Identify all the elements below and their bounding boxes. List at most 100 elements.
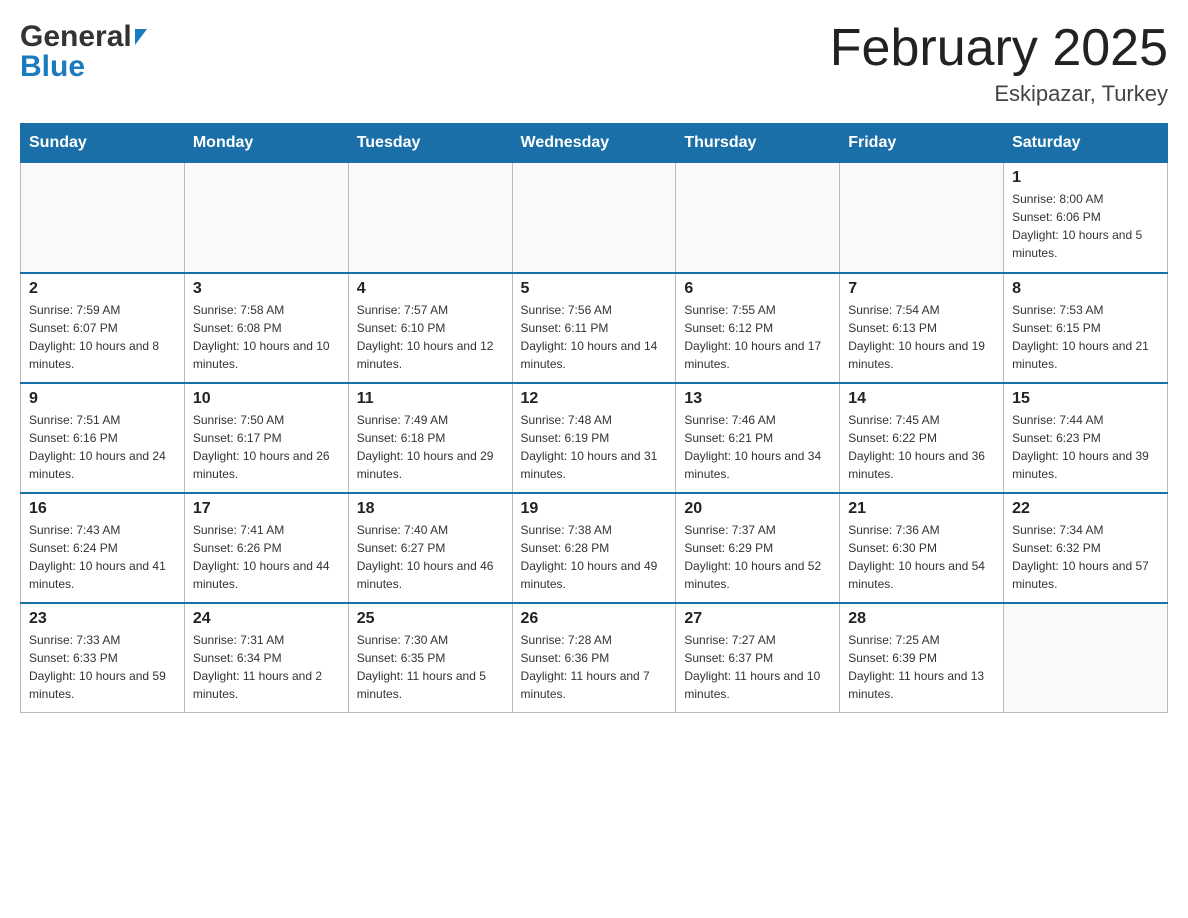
day-number: 25 — [357, 610, 504, 628]
calendar-cell: 7 Sunrise: 7:54 AMSunset: 6:13 PMDaylight… — [840, 273, 1004, 383]
calendar-cell: 22 Sunrise: 7:34 AMSunset: 6:32 PMDayligh… — [1004, 493, 1168, 603]
calendar-cell: 5Sunrise: 7:56 AMSunset: 6:11 PMDaylight… — [512, 273, 676, 383]
day-info: Sunrise: 7:43 AMSunset: 6:24 PMDaylight:… — [29, 521, 176, 593]
day-info: Sunrise: 7:41 AMSunset: 6:26 PMDaylight:… — [193, 521, 340, 593]
day-info: Sunrise: 7:36 AMSunset: 6:30 PMDaylight:… — [848, 521, 995, 593]
day-number: 11 — [357, 390, 504, 408]
calendar-cell: 2 Sunrise: 7:59 AMSunset: 6:07 PMDaylight… — [21, 273, 185, 383]
calendar-cell — [512, 163, 676, 273]
calendar-week-row: 16 Sunrise: 7:43 AMSunset: 6:24 PMDayligh… — [21, 493, 1168, 603]
day-number: 20 — [684, 500, 831, 518]
calendar-week-row: 2 Sunrise: 7:59 AMSunset: 6:07 PMDaylight… — [21, 273, 1168, 383]
calendar-table: SundayMondayTuesdayWednesdayThursdayFrid… — [20, 123, 1168, 713]
calendar-cell: 26 Sunrise: 7:28 AMSunset: 6:36 PMDayligh… — [512, 603, 676, 713]
day-info: Sunrise: 7:31 AMSunset: 6:34 PMDaylight:… — [193, 631, 340, 703]
day-info: Sunrise: 7:45 AMSunset: 6:22 PMDaylight:… — [848, 411, 995, 483]
weekday-header-friday: Friday — [840, 124, 1004, 163]
day-number: 7 — [848, 280, 995, 298]
calendar-cell: 9Sunrise: 7:51 AMSunset: 6:16 PMDaylight… — [21, 383, 185, 493]
day-info: Sunrise: 7:50 AMSunset: 6:17 PMDaylight:… — [193, 411, 340, 483]
calendar-cell — [676, 163, 840, 273]
calendar-cell: 3 Sunrise: 7:58 AMSunset: 6:08 PMDaylight… — [184, 273, 348, 383]
logo-general-text: General — [20, 20, 132, 54]
calendar-cell: 11 Sunrise: 7:49 AMSunset: 6:18 PMDayligh… — [348, 383, 512, 493]
logo-blue-text: Blue — [20, 50, 147, 84]
calendar-cell: 10 Sunrise: 7:50 AMSunset: 6:17 PMDayligh… — [184, 383, 348, 493]
day-number: 10 — [193, 390, 340, 408]
day-info: Sunrise: 7:33 AMSunset: 6:33 PMDaylight:… — [29, 631, 176, 703]
day-number: 14 — [848, 390, 995, 408]
calendar-cell: 21 Sunrise: 7:36 AMSunset: 6:30 PMDayligh… — [840, 493, 1004, 603]
day-number: 24 — [193, 610, 340, 628]
calendar-cell: 15 Sunrise: 7:44 AMSunset: 6:23 PMDayligh… — [1004, 383, 1168, 493]
day-info: Sunrise: 7:46 AMSunset: 6:21 PMDaylight:… — [684, 411, 831, 483]
calendar-cell — [1004, 603, 1168, 713]
day-number: 27 — [684, 610, 831, 628]
calendar-cell: 28 Sunrise: 7:25 AMSunset: 6:39 PMDayligh… — [840, 603, 1004, 713]
day-number: 22 — [1012, 500, 1159, 518]
calendar-cell: 16 Sunrise: 7:43 AMSunset: 6:24 PMDayligh… — [21, 493, 185, 603]
day-number: 21 — [848, 500, 995, 518]
day-number: 2 — [29, 280, 176, 298]
weekday-header-wednesday: Wednesday — [512, 124, 676, 163]
calendar-header-row: SundayMondayTuesdayWednesdayThursdayFrid… — [21, 124, 1168, 163]
day-number: 13 — [684, 390, 831, 408]
day-info: Sunrise: 7:34 AMSunset: 6:32 PMDaylight:… — [1012, 521, 1159, 593]
day-info: Sunrise: 7:55 AMSunset: 6:12 PMDaylight:… — [684, 301, 831, 373]
day-info: Sunrise: 7:49 AMSunset: 6:18 PMDaylight:… — [357, 411, 504, 483]
calendar-cell — [184, 163, 348, 273]
calendar-week-row: 23 Sunrise: 7:33 AMSunset: 6:33 PMDayligh… — [21, 603, 1168, 713]
calendar-cell: 1Sunrise: 8:00 AMSunset: 6:06 PMDaylight… — [1004, 163, 1168, 273]
day-number: 3 — [193, 280, 340, 298]
day-number: 23 — [29, 610, 176, 628]
day-number: 16 — [29, 500, 176, 518]
day-number: 28 — [848, 610, 995, 628]
calendar-week-row: 9Sunrise: 7:51 AMSunset: 6:16 PMDaylight… — [21, 383, 1168, 493]
calendar-cell: 8Sunrise: 7:53 AMSunset: 6:15 PMDaylight… — [1004, 273, 1168, 383]
weekday-header-thursday: Thursday — [676, 124, 840, 163]
calendar-cell: 17Sunrise: 7:41 AMSunset: 6:26 PMDayligh… — [184, 493, 348, 603]
day-info: Sunrise: 7:51 AMSunset: 6:16 PMDaylight:… — [29, 411, 176, 483]
calendar-cell: 23 Sunrise: 7:33 AMSunset: 6:33 PMDayligh… — [21, 603, 185, 713]
calendar-week-row: 1Sunrise: 8:00 AMSunset: 6:06 PMDaylight… — [21, 163, 1168, 273]
day-info: Sunrise: 7:28 AMSunset: 6:36 PMDaylight:… — [521, 631, 668, 703]
calendar-cell: 27 Sunrise: 7:27 AMSunset: 6:37 PMDayligh… — [676, 603, 840, 713]
day-number: 8 — [1012, 280, 1159, 298]
calendar-cell: 6 Sunrise: 7:55 AMSunset: 6:12 PMDaylight… — [676, 273, 840, 383]
weekday-header-monday: Monday — [184, 124, 348, 163]
day-number: 1 — [1012, 169, 1159, 187]
day-number: 5 — [521, 280, 668, 298]
day-number: 12 — [521, 390, 668, 408]
day-info: Sunrise: 7:37 AMSunset: 6:29 PMDaylight:… — [684, 521, 831, 593]
day-number: 4 — [357, 280, 504, 298]
day-number: 6 — [684, 280, 831, 298]
logo-general-row: General — [20, 20, 147, 54]
location-label: Eskipazar, Turkey — [830, 81, 1168, 107]
day-info: Sunrise: 7:54 AMSunset: 6:13 PMDaylight:… — [848, 301, 995, 373]
day-info: Sunrise: 7:25 AMSunset: 6:39 PMDaylight:… — [848, 631, 995, 703]
day-info: Sunrise: 7:58 AMSunset: 6:08 PMDaylight:… — [193, 301, 340, 373]
logo: General Blue — [20, 20, 147, 84]
page-header: General Blue February 2025 Eskipazar, Tu… — [20, 20, 1168, 107]
day-info: Sunrise: 7:27 AMSunset: 6:37 PMDaylight:… — [684, 631, 831, 703]
day-info: Sunrise: 7:44 AMSunset: 6:23 PMDaylight:… — [1012, 411, 1159, 483]
calendar-cell: 20 Sunrise: 7:37 AMSunset: 6:29 PMDayligh… — [676, 493, 840, 603]
day-number: 18 — [357, 500, 504, 518]
day-number: 15 — [1012, 390, 1159, 408]
day-number: 19 — [521, 500, 668, 518]
calendar-cell: 24 Sunrise: 7:31 AMSunset: 6:34 PMDayligh… — [184, 603, 348, 713]
calendar-cell: 13 Sunrise: 7:46 AMSunset: 6:21 PMDayligh… — [676, 383, 840, 493]
weekday-header-sunday: Sunday — [21, 124, 185, 163]
day-info: Sunrise: 7:40 AMSunset: 6:27 PMDaylight:… — [357, 521, 504, 593]
day-number: 26 — [521, 610, 668, 628]
weekday-header-tuesday: Tuesday — [348, 124, 512, 163]
weekday-header-saturday: Saturday — [1004, 124, 1168, 163]
day-info: Sunrise: 7:38 AMSunset: 6:28 PMDaylight:… — [521, 521, 668, 593]
day-info: Sunrise: 7:57 AMSunset: 6:10 PMDaylight:… — [357, 301, 504, 373]
day-info: Sunrise: 7:59 AMSunset: 6:07 PMDaylight:… — [29, 301, 176, 373]
calendar-cell: 14 Sunrise: 7:45 AMSunset: 6:22 PMDayligh… — [840, 383, 1004, 493]
calendar-cell — [21, 163, 185, 273]
calendar-cell — [840, 163, 1004, 273]
calendar-cell: 18 Sunrise: 7:40 AMSunset: 6:27 PMDayligh… — [348, 493, 512, 603]
calendar-cell: 25Sunrise: 7:30 AMSunset: 6:35 PMDayligh… — [348, 603, 512, 713]
